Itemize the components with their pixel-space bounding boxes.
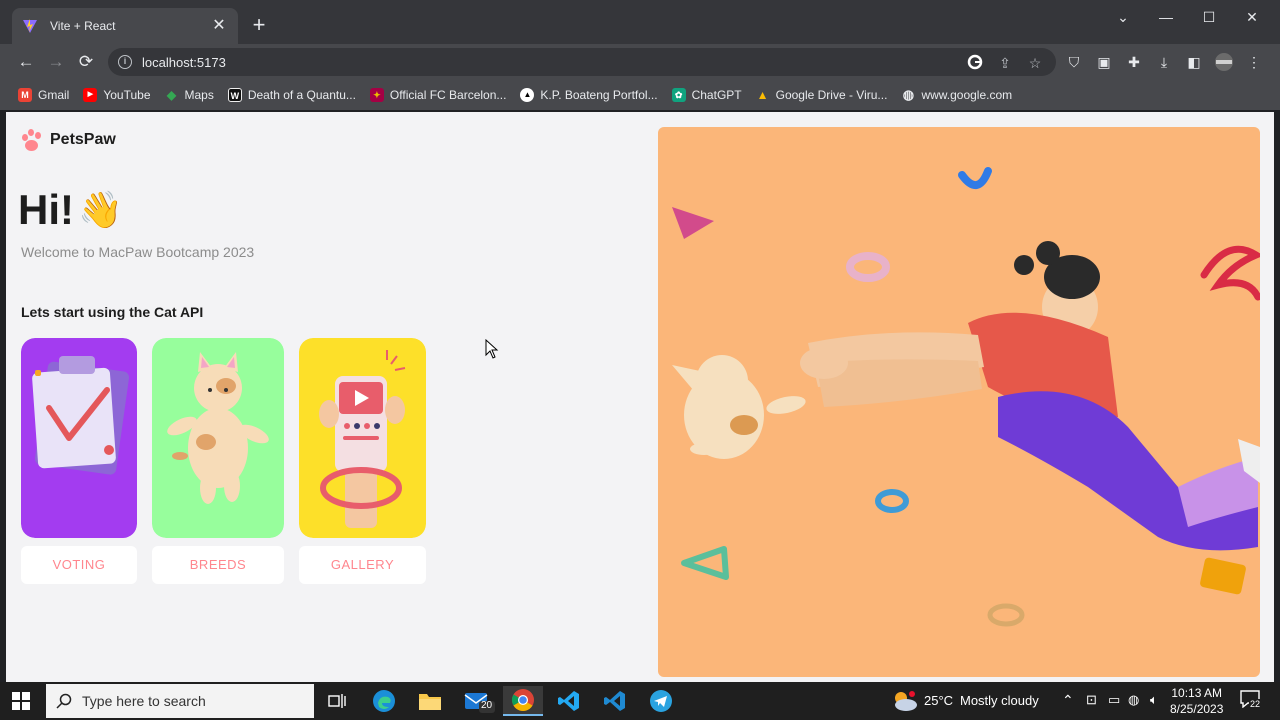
page-content: PetsPaw Hi! 👋 Welcome to MacPaw Bootcamp…	[6, 112, 1274, 682]
wave-icon: 👋	[78, 189, 123, 230]
fcb-icon: ✦	[369, 88, 384, 102]
breeds-button[interactable]: BREEDS	[152, 546, 284, 584]
bookmark-gmail[interactable]: M Gmail	[18, 82, 69, 108]
weather-cloud-icon[interactable]	[892, 690, 918, 712]
drive-icon: ▲	[756, 88, 769, 102]
vite-icon	[23, 19, 37, 33]
avatar[interactable]	[1214, 52, 1234, 72]
windows-taskbar: Type here to search 20 25°C Mostly cloud…	[0, 682, 1280, 720]
notification-center[interactable]: 22	[1240, 690, 1262, 712]
greeting-text: Hi!	[18, 186, 74, 233]
temperature[interactable]: 25°C	[924, 693, 953, 708]
globe-icon: ◍	[902, 87, 915, 102]
new-tab-button[interactable]: +	[248, 14, 270, 36]
google-icon[interactable]	[966, 54, 984, 72]
bookmark-kp-boateng[interactable]: ▲ K.P. Boateng Portfol...	[520, 82, 658, 108]
maps-icon: ◆	[166, 88, 177, 102]
tab-title: Vite + React	[50, 19, 116, 33]
gallery-card[interactable]	[299, 338, 426, 538]
taskbar-search-input[interactable]: Type here to search	[46, 684, 314, 718]
star-icon[interactable]: ☆	[1026, 54, 1044, 72]
w-icon: W	[227, 88, 242, 102]
mouse-cursor	[485, 339, 499, 359]
address-bar[interactable]: i localhost:5173 ⇪ ☆	[108, 48, 1056, 76]
petspaw-logo[interactable]: PetsPaw	[20, 128, 116, 152]
mail-icon[interactable]: 20	[458, 686, 498, 716]
logo-text: PetsPaw	[50, 131, 116, 148]
voting-illustration	[21, 338, 137, 538]
bookmark-maps[interactable]: ◆ Maps	[165, 82, 214, 108]
notification-count: 22	[1249, 699, 1262, 709]
extension-icon[interactable]: ▣	[1094, 52, 1114, 72]
maximize-button[interactable]: ☐	[1194, 6, 1224, 28]
mail-badge: 20	[481, 700, 493, 711]
gmail-icon: M	[18, 88, 32, 102]
bookmark-chatgpt[interactable]: ✿ ChatGPT	[671, 82, 742, 108]
clock-time: 10:13 AM	[1171, 686, 1223, 700]
vscode-icon-2[interactable]	[595, 686, 635, 716]
menu-icon[interactable]: ⋮	[1244, 52, 1264, 72]
minimize-button[interactable]: —	[1151, 6, 1181, 28]
puzzle-icon[interactable]: ✚	[1124, 52, 1144, 72]
bookmark-google[interactable]: ◍ www.google.com	[901, 82, 1012, 108]
breeds-illustration	[152, 338, 284, 538]
tab-close-icon[interactable]: ✕	[210, 17, 228, 35]
share-icon[interactable]: ⇪	[996, 54, 1014, 72]
page-title: Hi! 👋	[18, 186, 123, 234]
browser-tab[interactable]: Vite + React ✕	[12, 8, 238, 44]
breeds-card[interactable]	[152, 338, 284, 538]
paw-icon	[20, 128, 44, 152]
forward-button[interactable]: →	[44, 50, 68, 74]
download-icon[interactable]: ⤓	[1154, 52, 1174, 72]
gallery-illustration	[299, 338, 426, 538]
voting-button[interactable]: VOTING	[21, 546, 137, 584]
browser-toolbar: ← → ⟳ i localhost:5173 ⇪ ☆ ⛉ ▣ ✚ ⤓ ◧ ⋮	[0, 44, 1280, 80]
browser-titlebar: Vite + React ✕ + ⌄ — ☐ ✕	[0, 0, 1280, 44]
voting-card[interactable]	[21, 338, 137, 538]
search-placeholder: Type here to search	[82, 693, 206, 709]
youtube-icon: ▶	[83, 88, 98, 102]
url-text[interactable]: localhost:5173	[142, 55, 226, 70]
welcome-text: Welcome to MacPaw Bootcamp 2023	[21, 244, 255, 260]
chevron-down-icon[interactable]: ⌄	[1108, 6, 1138, 28]
triangle-icon: ▲	[520, 88, 535, 102]
volume-icon[interactable]: 🔈︎	[1150, 692, 1158, 708]
hero-illustration	[658, 127, 1260, 677]
vscode-icon[interactable]	[549, 686, 589, 716]
bookmark-death-of-a-quantum[interactable]: W Death of a Quantu...	[227, 82, 356, 108]
gallery-button[interactable]: GALLERY	[299, 546, 426, 584]
chrome-icon[interactable]	[503, 686, 543, 716]
bookmark-google-drive[interactable]: ▲ Google Drive - Viru...	[756, 82, 888, 108]
edge-icon[interactable]	[364, 686, 404, 716]
reload-button[interactable]: ⟳	[74, 50, 98, 74]
chatgpt-icon: ✿	[671, 88, 686, 102]
network-globe-icon[interactable]: ◍	[1128, 692, 1139, 708]
file-explorer-icon[interactable]	[410, 686, 450, 716]
search-icon	[56, 693, 72, 709]
section-heading: Lets start using the Cat API	[21, 304, 204, 320]
chevron-up-icon[interactable]: ⌃	[1062, 692, 1074, 709]
bookmark-youtube[interactable]: ▶ YouTube	[83, 82, 151, 108]
battery-icon[interactable]: ▭	[1108, 692, 1120, 708]
close-window-button[interactable]: ✕	[1237, 6, 1267, 28]
back-button[interactable]: ←	[14, 50, 38, 74]
windows-start-icon[interactable]	[12, 692, 30, 710]
bookmarks-bar: M Gmail ▶ YouTube ◆ Maps W Death of a Qu…	[0, 80, 1280, 110]
shield-icon[interactable]: ⛉	[1064, 52, 1084, 72]
clock[interactable]: 10:13 AM 8/25/2023	[1170, 685, 1223, 717]
onedrive-icon[interactable]: ⊡	[1086, 692, 1097, 708]
weather-text[interactable]: Mostly cloudy	[960, 693, 1039, 708]
task-view-icon[interactable]	[317, 686, 357, 716]
sidepanel-icon[interactable]: ◧	[1184, 52, 1204, 72]
clock-date: 8/25/2023	[1170, 702, 1224, 716]
info-icon[interactable]: i	[118, 55, 132, 69]
bookmark-fc-barcelona[interactable]: ✦ Official FC Barcelon...	[369, 82, 506, 108]
telegram-icon[interactable]	[641, 686, 681, 716]
